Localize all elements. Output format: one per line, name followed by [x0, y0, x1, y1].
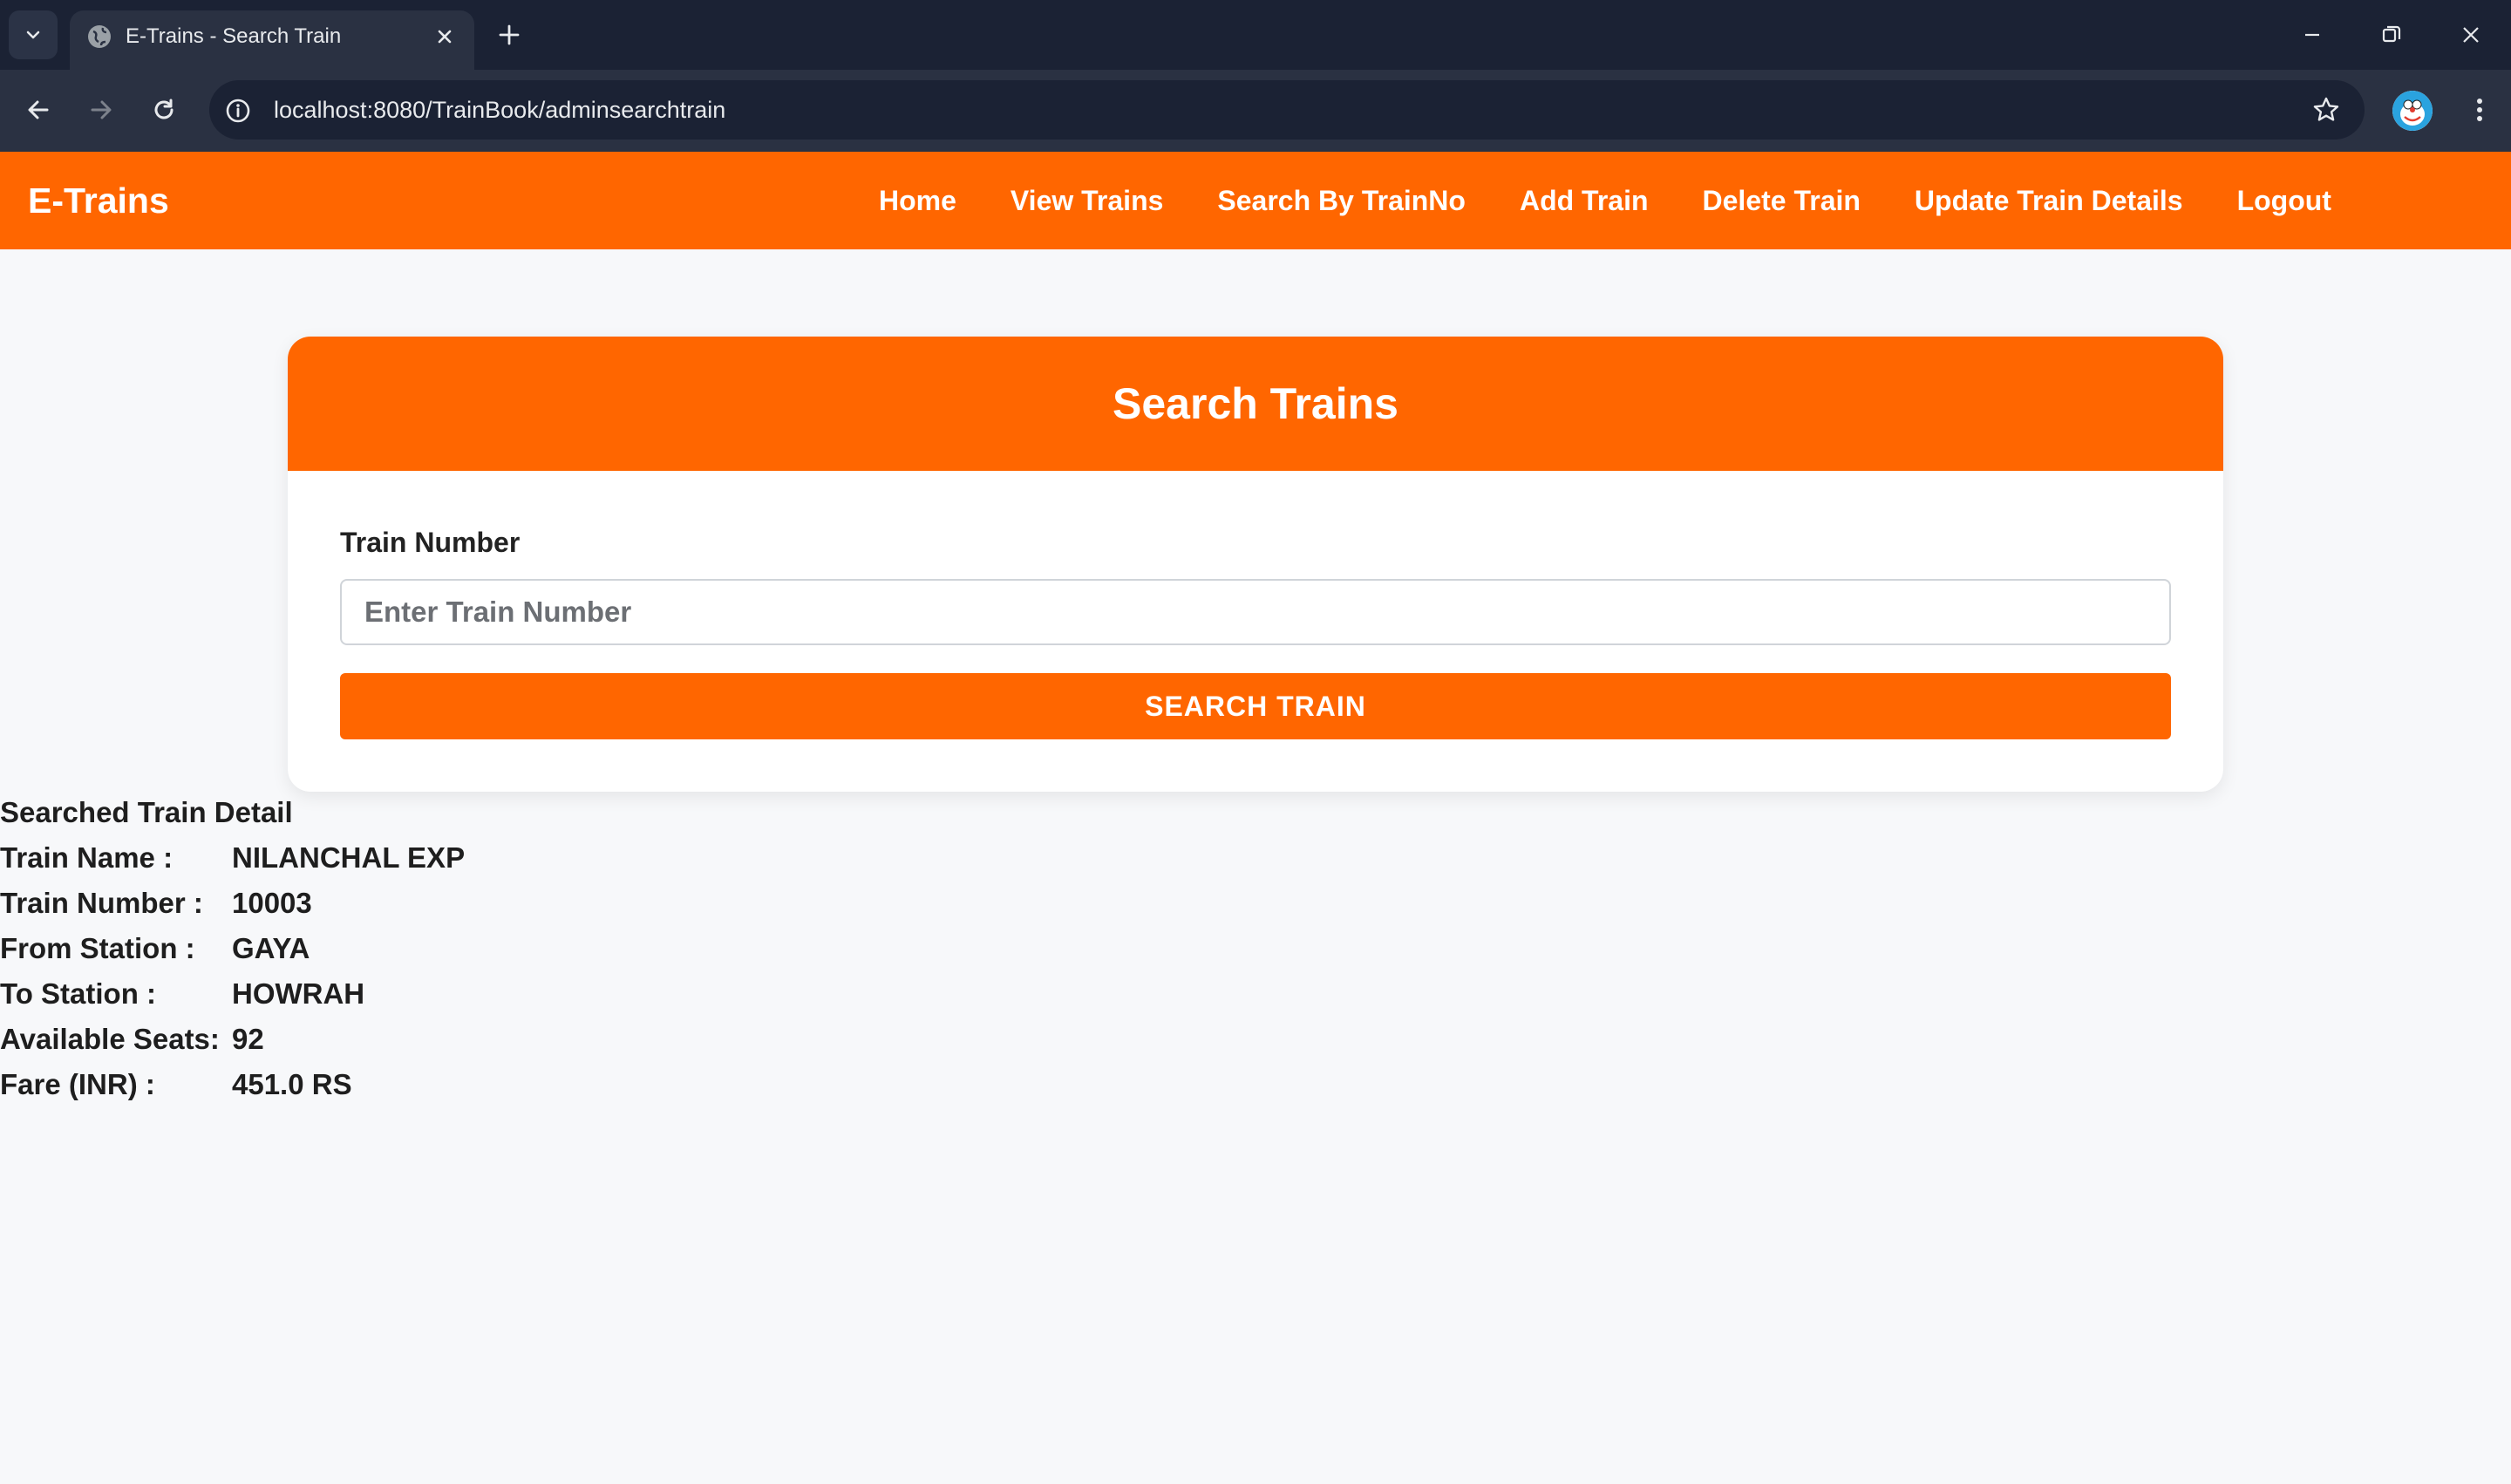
info-icon[interactable]: [223, 96, 253, 126]
kebab-menu-icon[interactable]: [2460, 91, 2499, 129]
nav-link-home[interactable]: Home: [879, 181, 956, 223]
forward-arrow-icon[interactable]: [82, 91, 120, 129]
result-key: Available Seats:: [0, 1023, 220, 1055]
result-row-fare: Fare (INR) : 451.0 RS: [0, 1062, 465, 1107]
result-value: 10003: [232, 887, 312, 919]
nav-link-delete-train[interactable]: Delete Train: [1703, 181, 1861, 223]
globe-icon: [88, 25, 111, 48]
nav-links: Home View Trains Search By TrainNo Add T…: [879, 181, 2331, 223]
result-value: 92: [232, 1023, 264, 1055]
site-navbar: E-Trains Home View Trains Search By Trai…: [0, 152, 2511, 249]
nav-link-logout[interactable]: Logout: [2237, 181, 2331, 223]
browser-tab-active[interactable]: E-Trains - Search Train: [70, 10, 474, 70]
result-row-to-station: To Station : HOWRAH: [0, 971, 465, 1017]
result-row-train-name: Train Name : NILANCHAL EXP: [0, 835, 465, 881]
nav-link-view-trains[interactable]: View Trains: [1011, 181, 1164, 223]
url-text[interactable]: localhost:8080/TrainBook/adminsearchtrai…: [274, 94, 725, 126]
search-card: Search Trains Train Number SEARCH TRAIN: [288, 337, 2223, 792]
plus-icon[interactable]: [493, 19, 525, 51]
url-path: :8080/TrainBook/adminsearchtrain: [366, 97, 726, 123]
result-value: 451.0 RS: [232, 1068, 352, 1100]
result-row-train-number: Train Number : 10003: [0, 881, 465, 926]
browser-tabstrip: E-Trains - Search Train: [0, 0, 2511, 70]
profile-avatar-icon[interactable]: [2392, 91, 2433, 131]
result-value: HOWRAH: [232, 977, 365, 1010]
window-close-icon[interactable]: [2452, 16, 2490, 54]
result-heading: Searched Train Detail: [0, 796, 293, 828]
brand-logo[interactable]: E-Trains: [28, 180, 169, 221]
result-key: Train Number :: [0, 887, 203, 919]
result-value: GAYA: [232, 932, 310, 964]
nav-link-add-train[interactable]: Add Train: [1520, 181, 1649, 223]
search-card-header: Search Trains: [288, 337, 2223, 471]
star-icon[interactable]: [2310, 94, 2342, 126]
train-number-label: Train Number: [340, 527, 521, 558]
url-host: localhost: [274, 97, 367, 123]
tab-search-button[interactable]: [9, 10, 58, 59]
restore-icon[interactable]: [2372, 16, 2410, 54]
close-icon[interactable]: [431, 23, 459, 51]
nav-link-update-train-details[interactable]: Update Train Details: [1915, 181, 2183, 223]
minimize-icon[interactable]: [2293, 16, 2331, 54]
search-train-button[interactable]: SEARCH TRAIN: [340, 673, 2171, 739]
browser-toolbar: localhost:8080/TrainBook/adminsearchtrai…: [0, 70, 2511, 152]
result-key: Fare (INR) :: [0, 1068, 155, 1100]
reload-icon[interactable]: [145, 91, 183, 129]
result-key: Train Name :: [0, 841, 174, 874]
result-row-from-station: From Station : GAYA: [0, 926, 465, 971]
tab-title: E-Trains - Search Train: [126, 24, 342, 48]
search-card-title: Search Trains: [1113, 379, 1398, 428]
back-arrow-icon[interactable]: [19, 91, 58, 129]
train-number-input[interactable]: [340, 579, 2171, 645]
result-key: From Station :: [0, 932, 195, 964]
search-result: Searched Train Detail Train Name : NILAN…: [0, 790, 465, 1107]
tab-search-icon: [26, 31, 40, 39]
result-value: NILANCHAL EXP: [232, 841, 466, 874]
address-bar[interactable]: localhost:8080/TrainBook/adminsearchtrai…: [209, 80, 2365, 140]
result-key: To Station :: [0, 977, 157, 1010]
result-table: Train Name : NILANCHAL EXP Train Number …: [0, 835, 465, 1107]
result-row-available-seats: Available Seats: 92: [0, 1017, 465, 1062]
nav-link-search-by-trainno[interactable]: Search By TrainNo: [1217, 181, 1466, 223]
